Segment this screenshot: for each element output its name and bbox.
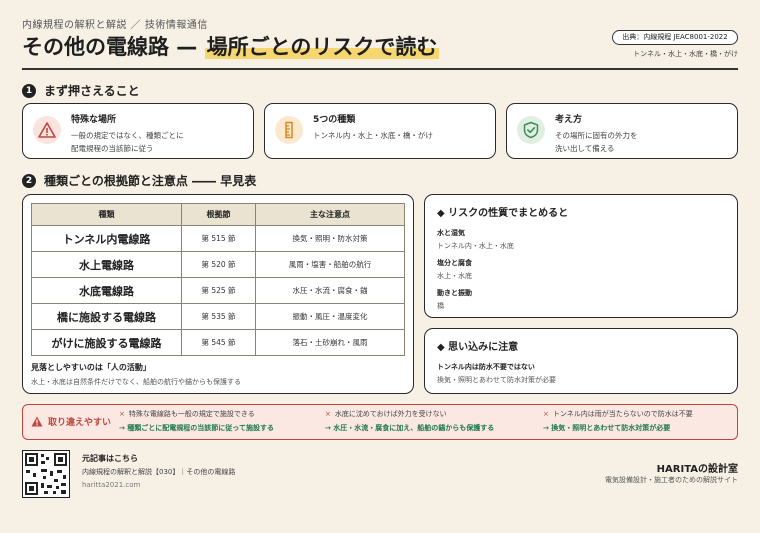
- reference-table-card: 種類 根拠節 主な注意点 トンネル内電線路 第 515 節 換気・照明・防水対策…: [22, 194, 414, 394]
- place-cell: 水上電線路: [31, 251, 182, 278]
- source-link-title: 元記事はこちら: [82, 454, 138, 463]
- risk-item-value: トンネル内・水上・水底: [437, 242, 514, 250]
- point-card-approach: 考え方 その場所に固有の外力を 洗い出して備える: [506, 103, 738, 159]
- point-text: 洗い出して備える: [555, 144, 615, 153]
- note-cell: 落石・土砂崩れ・風雨: [255, 329, 405, 356]
- note-cell: 水圧・水流・腐食・錨: [255, 277, 405, 304]
- point-card-types: 5つの種類 トンネル内・水上・水底・橋・がけ: [264, 103, 496, 159]
- mistakes-label-text: 取り違えやすい: [48, 418, 112, 428]
- mistake-item: × トンネル内は雨が当たらないので防水は不要 → 換気・照明とあわせて防水対策が必…: [543, 409, 693, 433]
- risk-item: 塩分と腐食 水上・水底: [437, 258, 725, 281]
- warning-icon: [33, 116, 61, 144]
- mistake-right: → 水圧・水流・腐食に加え、船舶の錨からも保護する: [325, 424, 495, 432]
- point-card-special: 特殊な場所 一般の規定ではなく、種類ごとに 配電規程の当該節に従う: [22, 103, 254, 159]
- point-title: 特殊な場所: [71, 115, 117, 125]
- title-main: その他の電線路 —: [22, 35, 205, 59]
- column-header: 主な注意点: [255, 203, 405, 226]
- mistake-right: → 換気・照明とあわせて防水対策が必要: [543, 424, 671, 432]
- section-cell: 第 525 節: [181, 277, 256, 304]
- risk-item-key: 水と湿気: [437, 229, 465, 237]
- column-header: 根拠節: [181, 203, 256, 226]
- source-subtitle: トンネル・水上・水底・橋・がけ: [633, 50, 738, 58]
- place-cell: トンネル内電線路: [31, 225, 182, 252]
- risk-summary-panel: ◆ リスクの性質でまとめると 水と湿気 トンネル内・水上・水底 塩分と腐食 水上…: [424, 194, 738, 318]
- assumption-panel: ◆ 思い込みに注意 トンネル内は防水不要ではない 換気・照明とあわせて防水対策が…: [424, 328, 738, 394]
- ruler-icon: [275, 116, 303, 144]
- section2-heading: 2 種類ごとの根拠節と注意点 ―― 早見表: [22, 172, 256, 189]
- qr-code[interactable]: [22, 450, 70, 498]
- cross-icon: ×: [119, 410, 125, 418]
- common-mistakes-strip: 取り違えやすい × 特殊な電線路も一般の規定で施設できる → 種類ごとに配電規程の…: [22, 404, 738, 440]
- point-title: 5つの種類: [313, 115, 356, 125]
- note-cell: 風雨・塩害・船舶の航行: [255, 251, 405, 278]
- brand-tagline: 電気設備設計・施工者のための解説サイト: [605, 476, 738, 484]
- source-url[interactable]: haritta2021.com: [82, 481, 140, 489]
- place-cell: がけに施設する電線路: [31, 329, 182, 356]
- kicker: 内線規程の解釈と解説 ／ 技術情報通信: [22, 20, 208, 31]
- assumption-value: 換気・照明とあわせて防水対策が必要: [437, 376, 556, 384]
- table-row: 水上電線路 第 520 節 風雨・塩害・船舶の航行: [31, 251, 405, 278]
- table-note-text: 水上・水底は自然条件だけでなく、船舶の航行や錨からも保護する: [31, 378, 241, 386]
- column-header: 種類: [31, 203, 182, 226]
- table-row: 橋に施設する電線路 第 535 節 振動・風圧・温度変化: [31, 303, 405, 330]
- page-title: その他の電線路 — 場所ごとのリスクで読む: [22, 31, 440, 61]
- table-note-title: 見落としやすいのは「人の活動」: [31, 363, 151, 372]
- risk-item-key: 動きと振動: [437, 289, 472, 297]
- point-title: 考え方: [555, 115, 583, 125]
- mistake-right: → 種類ごとに配電規程の当該節に従って施設する: [119, 424, 274, 432]
- point-text: その場所に固有の外力を: [555, 131, 638, 140]
- note-cell: 換気・照明・防水対策: [255, 225, 405, 252]
- section1-number: 1: [22, 83, 36, 98]
- assumption-panel-title: ◆ 思い込みに注意: [437, 338, 725, 353]
- mistake-wrong: 特殊な電線路も一般の規定で施設できる: [128, 410, 255, 418]
- cross-icon: ×: [543, 410, 549, 418]
- risk-item-value: 橋: [437, 302, 444, 310]
- shield-check-icon: [517, 116, 545, 144]
- table-header-row: 種類 根拠節 主な注意点: [31, 203, 405, 226]
- section2-number: 2: [22, 173, 36, 188]
- source-badge: 出典：内線規程 JEAC8001-2022: [612, 30, 738, 45]
- brand-name: HARITAの設計室: [656, 464, 738, 475]
- risk-item: 動きと振動 橋: [437, 288, 725, 311]
- mistake-wrong: トンネル内は雨が当たらないので防水は不要: [552, 410, 693, 418]
- title-highlight: 場所ごとのリスクで読む: [204, 35, 440, 59]
- section-cell: 第 545 節: [181, 329, 256, 356]
- title-divider: [22, 68, 738, 70]
- diamond-icon: ◆: [437, 208, 449, 219]
- point-text: 一般の規定ではなく、種類ごとに: [71, 131, 184, 140]
- point-text: 配電規程の当該節に従う: [71, 144, 154, 153]
- diamond-icon: ◆: [437, 342, 449, 353]
- table-row: トンネル内電線路 第 515 節 換気・照明・防水対策: [31, 225, 405, 252]
- note-cell: 振動・風圧・温度変化: [255, 303, 405, 330]
- risk-panel-title-text: リスクの性質でまとめると: [448, 208, 569, 219]
- risk-item: 水と湿気 トンネル内・水上・水底: [437, 228, 725, 251]
- point-text: トンネル内・水上・水底・橋・がけ: [313, 131, 433, 140]
- section-cell: 第 535 節: [181, 303, 256, 330]
- section1-title: まず押さえること: [44, 84, 140, 98]
- table-row: がけに施設する電線路 第 545 節 落石・土砂崩れ・風雨: [31, 329, 405, 356]
- section-cell: 第 520 節: [181, 251, 256, 278]
- mistakes-label: 取り違えやすい: [31, 415, 111, 428]
- place-cell: 水底電線路: [31, 277, 182, 304]
- table-row: 水底電線路 第 525 節 水圧・水流・腐食・錨: [31, 277, 405, 304]
- assumption-key: トンネル内は防水不要ではない: [437, 363, 535, 371]
- assumption-panel-title-text: 思い込みに注意: [448, 342, 519, 353]
- section-cell: 第 515 節: [181, 225, 256, 252]
- mistake-item: × 特殊な電線路も一般の規定で施設できる → 種類ごとに配電規程の当該節に従って施…: [119, 409, 274, 433]
- risk-panel-title: ◆ リスクの性質でまとめると: [437, 204, 725, 219]
- warning-icon: [31, 416, 43, 427]
- risk-item-key: 塩分と腐食: [437, 259, 472, 267]
- risk-item-value: 水上・水底: [437, 272, 472, 280]
- place-cell: 橋に施設する電線路: [31, 303, 182, 330]
- reference-table: 種類 根拠節 主な注意点 トンネル内電線路 第 515 節 換気・照明・防水対策…: [31, 203, 405, 356]
- section1-heading: 1 まず押さえること: [22, 82, 140, 99]
- section2-title: 種類ごとの根拠節と注意点 ―― 早見表: [44, 174, 257, 188]
- cross-icon: ×: [325, 410, 331, 418]
- mistake-item: × 水底に沈めておけば外力を受けない → 水圧・水流・腐食に加え、船舶の錨からも保…: [325, 409, 494, 433]
- mistake-wrong: 水底に沈めておけば外力を受けない: [334, 410, 447, 418]
- source-article-name: 内線規程の解釈と解説【030】｜その他の電線路: [82, 468, 236, 476]
